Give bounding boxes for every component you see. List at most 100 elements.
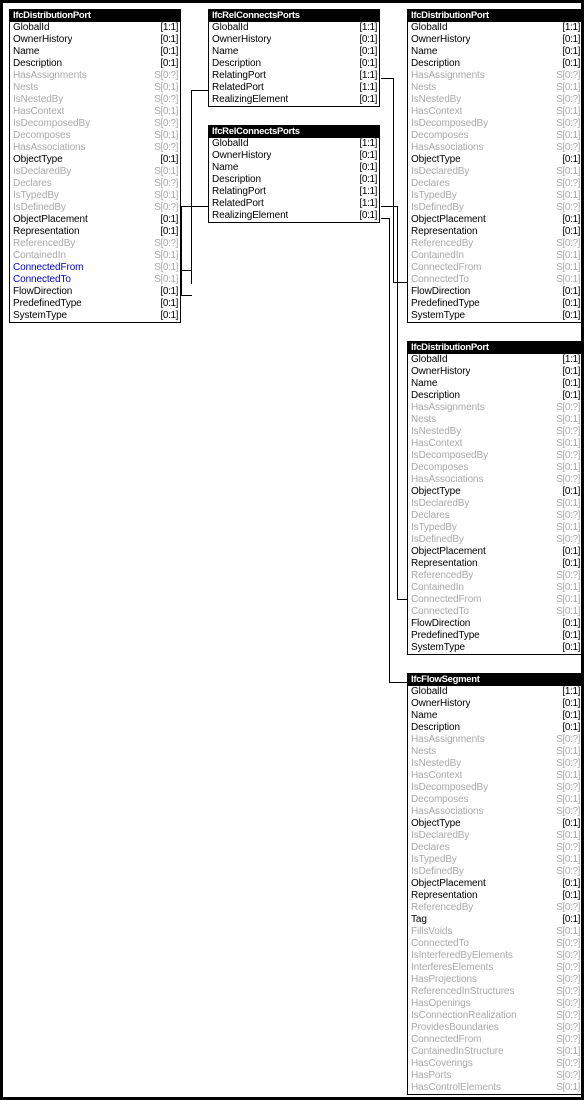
attribute-row[interactable]: OwnerHistory [0:1] <box>209 34 379 46</box>
attribute-row[interactable]: Name [0:1] <box>408 378 581 390</box>
attribute-row[interactable]: HasOpenings S[0:?] <box>408 998 581 1010</box>
attribute-row[interactable]: IsDeclaredBy S[0:1] <box>10 166 180 178</box>
attribute-row[interactable]: OwnerHistory [0:1] <box>408 34 581 46</box>
attribute-row[interactable]: ReferencedBy S[0:?] <box>408 570 581 582</box>
attribute-row[interactable]: HasControlElements S[0:1] <box>408 1082 581 1094</box>
attribute-row[interactable]: Representation [0:1] <box>408 890 581 902</box>
attribute-row[interactable]: Declares S[0:?] <box>408 178 581 190</box>
attribute-row[interactable]: IsConnectionRealization S[0:?] <box>408 1010 581 1022</box>
attribute-row[interactable]: ContainedInStructure S[0:1] <box>408 1046 581 1058</box>
attribute-row[interactable]: ConnectedTo S[0:1] <box>10 274 180 286</box>
attribute-row[interactable]: ReferencedInStructures S[0:?] <box>408 986 581 998</box>
attribute-row[interactable]: ReferencedBy S[0:?] <box>408 902 581 914</box>
attribute-row[interactable]: Name [0:1] <box>408 710 581 722</box>
attribute-row[interactable]: HasCoverings S[0:?] <box>408 1058 581 1070</box>
attribute-row[interactable]: IsDeclaredBy S[0:1] <box>408 166 581 178</box>
attribute-row[interactable]: Representation [0:1] <box>408 226 581 238</box>
attribute-row[interactable]: ObjectPlacement [0:1] <box>408 214 581 226</box>
attribute-row[interactable]: HasAssociations S[0:?] <box>408 142 581 154</box>
attribute-row[interactable]: FlowDirection [0:1] <box>408 286 581 298</box>
attribute-row[interactable]: HasAssignments S[0:?] <box>408 402 581 414</box>
attribute-row[interactable]: GlobalId [1:1] <box>408 354 581 366</box>
entity-box-ifcrelconnectsports-bottom[interactable]: IfcRelConnectsPorts GlobalId [1:1] OwnerHi… <box>208 125 380 223</box>
attribute-row[interactable]: IsDefinedBy S[0:?] <box>10 202 180 214</box>
attribute-row[interactable]: IsInterferedByElements S[0:?] <box>408 950 581 962</box>
attribute-row[interactable]: Description [0:1] <box>408 58 581 70</box>
attribute-row[interactable]: Representation [0:1] <box>408 558 581 570</box>
attribute-row[interactable]: HasContext S[0:1] <box>408 438 581 450</box>
attribute-row[interactable]: OwnerHistory [0:1] <box>408 698 581 710</box>
attribute-row[interactable]: HasPorts S[0:?] <box>408 1070 581 1082</box>
attribute-row[interactable]: IsDecomposedBy S[0:?] <box>408 782 581 794</box>
attribute-row[interactable]: Decomposes S[0:1] <box>408 130 581 142</box>
attribute-row[interactable]: Description [0:1] <box>408 722 581 734</box>
attribute-row[interactable]: SystemType [0:1] <box>10 310 180 322</box>
attribute-row[interactable]: IsTypedBy S[0:1] <box>10 190 180 202</box>
attribute-row[interactable]: ConnectedTo S[0:1] <box>408 274 581 286</box>
attribute-row[interactable]: ConnectedFrom S[0:?] <box>408 1034 581 1046</box>
attribute-row[interactable]: SystemType [0:1] <box>408 310 581 322</box>
attribute-row[interactable]: PredefinedType [0:1] <box>408 298 581 310</box>
attribute-row[interactable]: RelatingPort [1:1] <box>209 70 379 82</box>
attribute-row[interactable]: ObjectPlacement [0:1] <box>10 214 180 226</box>
attribute-row[interactable]: IsNestedBy S[0:?] <box>10 94 180 106</box>
attribute-row[interactable]: ReferencedBy S[0:?] <box>10 238 180 250</box>
entity-box-ifcrelconnectsports-top[interactable]: IfcRelConnectsPorts GlobalId [1:1] OwnerHi… <box>208 9 380 107</box>
attribute-row[interactable]: HasContext S[0:1] <box>408 106 581 118</box>
attribute-row[interactable]: Name [0:1] <box>209 46 379 58</box>
attribute-row[interactable]: InterferesElements S[0:?] <box>408 962 581 974</box>
attribute-row[interactable]: PredefinedType [0:1] <box>408 630 581 642</box>
attribute-row[interactable]: HasContext S[0:1] <box>10 106 180 118</box>
attribute-row[interactable]: Description [0:1] <box>209 58 379 70</box>
attribute-row[interactable]: Declares S[0:?] <box>408 842 581 854</box>
attribute-row[interactable]: IsNestedBy S[0:?] <box>408 758 581 770</box>
attribute-row[interactable]: IsDeclaredBy S[0:1] <box>408 498 581 510</box>
attribute-row[interactable]: IsDecomposedBy S[0:?] <box>408 450 581 462</box>
attribute-row[interactable]: GlobalId [1:1] <box>408 22 581 34</box>
attribute-row[interactable]: HasAssignments S[0:?] <box>10 70 180 82</box>
attribute-row[interactable]: HasProjections S[0:?] <box>408 974 581 986</box>
entity-box-ifcdistributionport-right-top[interactable]: IfcDistributionPort GlobalId [1:1] OwnerHi… <box>407 9 581 323</box>
attribute-row[interactable]: HasAssociations S[0:?] <box>408 474 581 486</box>
attribute-row[interactable]: HasAssignments S[0:?] <box>408 70 581 82</box>
entity-box-ifcdistributionport-right-bottom[interactable]: IfcDistributionPort GlobalId [1:1] OwnerHi… <box>407 341 581 655</box>
attribute-row[interactable]: ContainedIn S[0:1] <box>408 582 581 594</box>
attribute-row[interactable]: SystemType [0:1] <box>408 642 581 654</box>
attribute-row[interactable]: Description [0:1] <box>408 390 581 402</box>
attribute-row[interactable]: ContainedIn S[0:1] <box>408 250 581 262</box>
attribute-row[interactable]: HasContext S[0:1] <box>408 770 581 782</box>
attribute-row[interactable]: ObjectType [0:1] <box>408 154 581 166</box>
attribute-row[interactable]: Nests S[0:1] <box>408 746 581 758</box>
attribute-row[interactable]: RealizingElement [0:1] <box>209 210 379 222</box>
attribute-row[interactable]: IsDefinedBy S[0:?] <box>408 202 581 214</box>
attribute-row[interactable]: Nests S[0:1] <box>10 82 180 94</box>
attribute-row[interactable]: Declares S[0:?] <box>10 178 180 190</box>
attribute-row[interactable]: ReferencedBy S[0:?] <box>408 238 581 250</box>
attribute-row[interactable]: Name [0:1] <box>10 46 180 58</box>
attribute-row[interactable]: Tag [0:1] <box>408 914 581 926</box>
attribute-row[interactable]: RealizingElement [0:1] <box>209 94 379 106</box>
attribute-row[interactable]: ObjectType [0:1] <box>408 818 581 830</box>
attribute-row[interactable]: OwnerHistory [0:1] <box>408 366 581 378</box>
entity-box-ifcdistributionport-left[interactable]: IfcDistributionPort GlobalId [1:1] OwnerHi… <box>9 9 181 323</box>
attribute-row[interactable]: Decomposes S[0:1] <box>408 794 581 806</box>
attribute-row[interactable]: IsNestedBy S[0:?] <box>408 94 581 106</box>
attribute-row[interactable]: HasAssociations S[0:?] <box>10 142 180 154</box>
attribute-row[interactable]: ContainedIn S[0:1] <box>10 250 180 262</box>
attribute-row[interactable]: IsDefinedBy S[0:?] <box>408 866 581 878</box>
attribute-row[interactable]: ObjectType [0:1] <box>10 154 180 166</box>
attribute-row[interactable]: IsDecomposedBy S[0:?] <box>408 118 581 130</box>
attribute-row[interactable]: ProvidesBoundaries S[0:?] <box>408 1022 581 1034</box>
attribute-row[interactable]: IsTypedBy S[0:1] <box>408 190 581 202</box>
attribute-row[interactable]: IsDeclaredBy S[0:1] <box>408 830 581 842</box>
attribute-row[interactable]: GlobalId [1:1] <box>10 22 180 34</box>
attribute-row[interactable]: Representation [0:1] <box>10 226 180 238</box>
attribute-row[interactable]: GlobalId [1:1] <box>209 138 379 150</box>
attribute-row[interactable]: Nests S[0:1] <box>408 82 581 94</box>
attribute-row[interactable]: Description [0:1] <box>209 174 379 186</box>
attribute-row[interactable]: GlobalId [1:1] <box>408 686 581 698</box>
attribute-row[interactable]: Description [0:1] <box>10 58 180 70</box>
attribute-row[interactable]: GlobalId [1:1] <box>209 22 379 34</box>
attribute-row[interactable]: ObjectPlacement [0:1] <box>408 546 581 558</box>
attribute-row[interactable]: RelatingPort [1:1] <box>209 186 379 198</box>
